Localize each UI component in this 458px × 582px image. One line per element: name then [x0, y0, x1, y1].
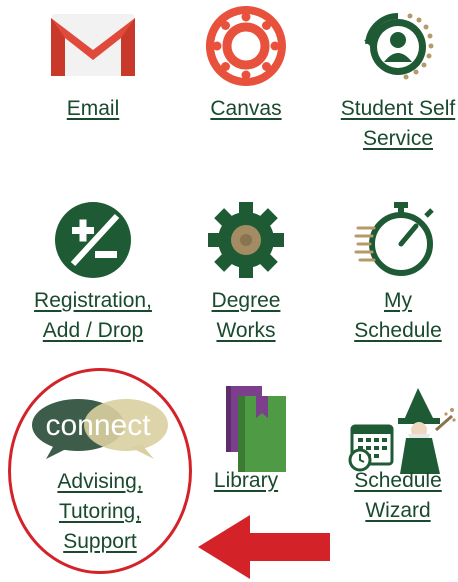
email-link[interactable]: Email	[23, 94, 163, 124]
tile-canvas[interactable]: Canvas	[176, 4, 316, 124]
tile-registration[interactable]: Registration, Add / Drop	[23, 198, 163, 346]
books-icon	[226, 386, 286, 472]
registration-link[interactable]: Registration, Add / Drop	[23, 286, 163, 346]
canvas-link[interactable]: Canvas	[176, 94, 316, 124]
student-self-service-icon	[364, 12, 434, 80]
red-arrow-icon	[198, 515, 330, 579]
tile-schedule-wizard[interactable]: Schedule Wizard	[328, 386, 458, 526]
gear-icon	[208, 202, 284, 278]
tile-student-self-service[interactable]: Student Self Service	[328, 4, 458, 154]
degree-works-link[interactable]: Degree Works	[176, 286, 316, 346]
library-link[interactable]: Library	[176, 466, 316, 496]
schedule-wizard-link[interactable]: Schedule Wizard	[328, 466, 458, 526]
wizard-icon	[348, 388, 456, 474]
tile-library[interactable]: Library	[176, 384, 316, 496]
tile-degree-works[interactable]: Degree Works	[176, 198, 316, 346]
plus-minus-icon	[55, 202, 131, 278]
highlight-circle	[8, 368, 192, 574]
my-schedule-link[interactable]: My Schedule	[328, 286, 458, 346]
student-self-service-link[interactable]: Student Self Service	[328, 94, 458, 154]
stopwatch-icon	[354, 202, 434, 276]
tile-email[interactable]: Email	[23, 8, 163, 124]
canvas-icon	[205, 6, 286, 86]
tile-my-schedule[interactable]: My Schedule	[328, 198, 458, 346]
gmail-icon	[51, 14, 135, 76]
